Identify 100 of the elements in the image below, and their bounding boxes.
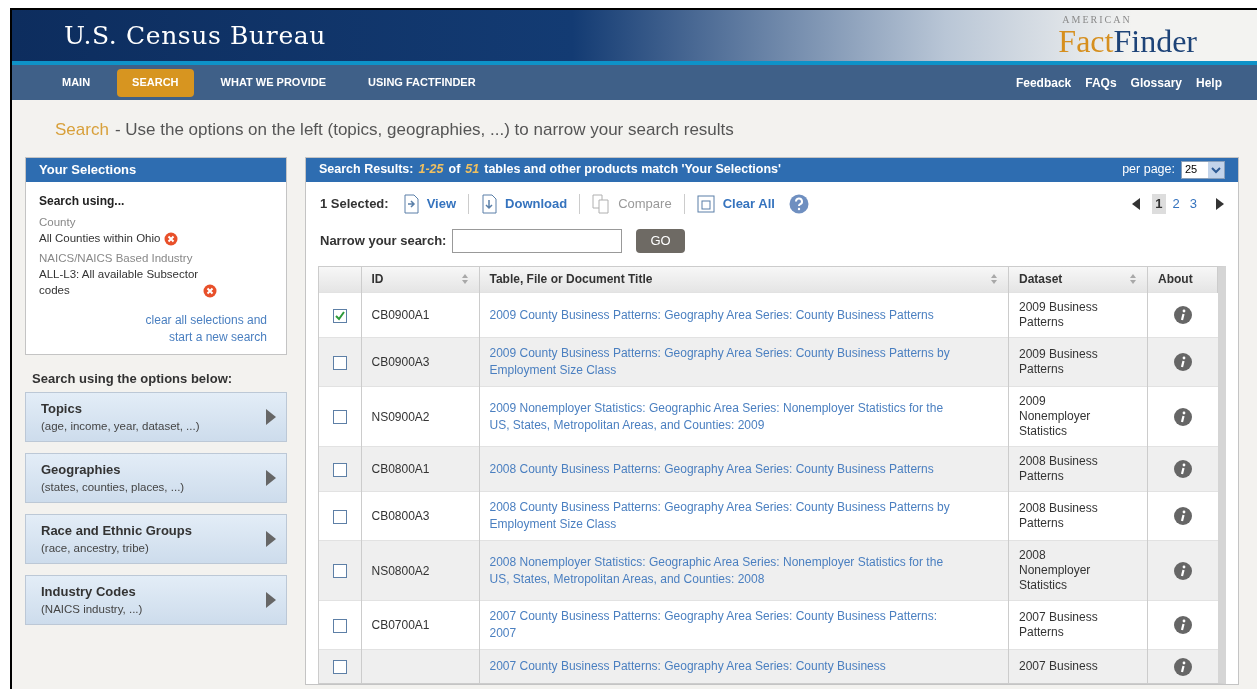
table-title-link[interactable]: 2009 County Business Patterns: Geography Area Series: County Business Patterns [489, 306, 958, 324]
info-icon[interactable] [1173, 507, 1192, 526]
agency-title[interactable]: U.S. Census Bureau [64, 16, 327, 55]
narrow-search-label: Narrow your search: [320, 231, 447, 250]
compare-documents-icon [592, 193, 611, 214]
page-link[interactable]: 3 [1186, 193, 1200, 214]
go-button[interactable]: GO [636, 228, 685, 253]
expand-arrow-icon [266, 470, 276, 486]
selection-category: County [39, 214, 77, 230]
results-header-text: tables and other products match 'Your Selections' [484, 161, 781, 179]
table-cell-text: 2007 Business [1019, 658, 1099, 674]
table-cell-text: 2008 Business Patterns [1019, 501, 1099, 531]
table-title-link[interactable]: 2008 Nonemployer Statistics: Geographic Area Series: Nonemployer Statistics for the US, States, Metropolitan Areas, and Counties: 2008 [489, 553, 958, 588]
clear-box-icon [696, 194, 715, 213]
selected-count: 1 Selected: [320, 194, 389, 213]
results-header-text: Search Results: [319, 161, 414, 179]
table-title-link[interactable]: 2009 County Business Patterns: Geography Area Series: County Business Patterns by Employment Size Class [489, 345, 958, 379]
options-heading: Search using the options below: [31, 369, 234, 388]
table-cell: CB0800A1 [371, 462, 430, 476]
selection-value: ALL-L3: All available Subsector codes [39, 266, 199, 298]
option-panel[interactable]: Geographies (states, counties, places, ...) [25, 453, 287, 503]
table-row[interactable]: CB0700A1 2007 County Business Patterns: Geography Area Series: County Business Patterns: 2007 2007 Business Patterns [319, 600, 1218, 650]
info-icon[interactable] [1173, 561, 1192, 580]
row-checkbox[interactable] [332, 618, 347, 633]
table-cell-text: 2007 Business Patterns [1019, 610, 1099, 640]
table-row[interactable]: CB0900A3 2009 County Business Patterns: Geography Area Series: County Business Patterns by Employment Size Class 2009 Business Patterns [319, 337, 1218, 387]
page-link[interactable]: 2 [1169, 193, 1183, 214]
row-checkbox[interactable] [332, 462, 347, 477]
table-row[interactable]: NS0900A2 2009 Nonemployer Statistics: Geographic Area Series: Nonemployer Statistics for the US, States, Metropolitan Areas, and Counties: 2009 2009 Nonemployer Statistics [319, 386, 1218, 447]
option-hint: (states, counties, places, ...) [41, 480, 185, 496]
utility-link[interactable]: Glossary [1130, 73, 1182, 92]
table-title-link[interactable]: 2007 County Business Patterns: Geography Area Series: County Business Patterns: 2007 [489, 608, 958, 642]
previous-page-icon[interactable] [1132, 197, 1141, 210]
table-row[interactable]: CB0900A1 2009 County Business Patterns: Geography Area Series: County Business Patterns 2009 Business Patterns [319, 292, 1218, 338]
utility-link[interactable]: FAQs [1085, 73, 1117, 92]
option-hint: (age, income, year, dataset, ...) [41, 419, 200, 435]
utility-link[interactable]: Feedback [1015, 73, 1072, 92]
option-panel[interactable]: Topics (age, income, year, dataset, ...) [25, 392, 287, 442]
toolbar-action[interactable]: Clear All [696, 193, 775, 214]
document-download-icon [481, 193, 498, 214]
option-title: Race and Ethnic Groups [41, 521, 192, 540]
table-cell: CB0900A1 [371, 308, 430, 322]
row-checkbox[interactable] [332, 509, 347, 524]
info-icon[interactable] [1173, 353, 1192, 372]
info-icon[interactable] [1173, 306, 1192, 325]
table-cell-text: 2008 Business Patterns [1019, 454, 1099, 484]
utility-link[interactable]: Help [1196, 73, 1222, 92]
option-hint: (race, ancestry, tribe) [41, 541, 150, 557]
expand-arrow-icon [266, 592, 276, 608]
row-checkbox[interactable] [332, 564, 347, 579]
factfinder-logo[interactable]: AMERICAN FactFinder [1058, 14, 1197, 57]
remove-icon[interactable] [203, 283, 217, 298]
table-row[interactable]: NS0800A2 2008 Nonemployer Statistics: Geographic Area Series: Nonemployer Statistics for the US, States, Metropolitan Areas, and Counties: 2008 2008 Nonemployer Statistics [319, 540, 1218, 601]
row-checkbox[interactable] [332, 660, 347, 675]
table-cell: CB0800A3 [371, 509, 430, 523]
option-title: Topics [41, 399, 83, 418]
option-title: Industry Codes [41, 582, 137, 601]
option-panel[interactable]: Industry Codes (NAICS industry, ...) [25, 575, 287, 625]
remove-icon[interactable] [164, 231, 179, 246]
next-page-icon[interactable] [1216, 197, 1224, 210]
nav-tab[interactable]: USING FACTFINDER [353, 68, 491, 97]
option-panel[interactable]: Race and Ethnic Groups (race, ancestry, tribe) [25, 514, 287, 564]
selections-heading: Search using... [39, 192, 126, 210]
table-title-link[interactable]: 2008 County Business Patterns: Geography Area Series: County Business Patterns [489, 460, 958, 478]
table-cell-text: 2009 Nonemployer Statistics [1019, 394, 1092, 439]
nav-tab[interactable]: MAIN [47, 68, 106, 97]
selection-category: NAICS/NAICS Based Industry [39, 250, 194, 266]
table-title-link[interactable]: 2009 Nonemployer Statistics: Geographic Area Series: Nonemployer Statistics for the US, States, Metropolitan Areas, and Counties: 2009 [489, 399, 958, 434]
per-page-select[interactable]: 25 [1181, 160, 1225, 179]
table-title-link[interactable]: 2007 County Business Patterns: Geography Area Series: County Business [489, 657, 958, 675]
sort-icon[interactable] [1129, 273, 1137, 286]
info-icon[interactable] [1173, 616, 1192, 635]
row-checkbox[interactable] [332, 355, 347, 370]
panel-title: Your Selections [26, 157, 286, 182]
info-icon[interactable] [1173, 657, 1192, 676]
table-cell: NS0800A2 [371, 563, 430, 578]
sort-icon[interactable] [990, 273, 998, 286]
table-cell: NS0900A2 [371, 409, 430, 424]
expand-arrow-icon [266, 409, 276, 425]
table-title-link[interactable]: 2008 County Business Patterns: Geography Area Series: County Business Patterns by Employment Size Class [489, 499, 958, 533]
info-icon[interactable] [1173, 460, 1192, 479]
clear-selections-link[interactable]: clear all selections and start a new search [137, 311, 267, 346]
toolbar-action[interactable]: Download [481, 193, 568, 214]
sort-icon[interactable] [460, 273, 469, 286]
selection-value: All Counties within Ohio [39, 230, 161, 246]
narrow-search-field[interactable] [452, 228, 623, 253]
page-link[interactable]: 1 [1152, 193, 1166, 214]
row-checkbox[interactable] [332, 308, 347, 323]
page-heading-text: - Use the options on the left (topics, geographies, ...) to narrow your search results [114, 119, 734, 141]
row-checkbox[interactable] [332, 410, 347, 425]
nav-tab[interactable]: WHAT WE PROVIDE [205, 68, 342, 97]
expand-arrow-icon [266, 531, 276, 547]
table-row[interactable]: CB0800A1 2008 County Business Patterns: Geography Area Series: County Business Patterns 2008 Business Patterns [319, 446, 1218, 492]
table-row[interactable]: 2007 County Business Patterns: Geography Area Series: County Business 2007 Business [319, 649, 1218, 683]
help-icon[interactable] [788, 193, 809, 214]
toolbar-action[interactable]: View [402, 193, 457, 214]
info-icon[interactable] [1173, 407, 1192, 426]
page-heading-title: Search [55, 119, 109, 141]
table-cell-text: 2009 Business Patterns [1019, 347, 1099, 377]
table-row[interactable]: CB0800A3 2008 County Business Patterns: Geography Area Series: County Business Patterns by Employment Size Class 2008 Business Patterns [319, 491, 1218, 541]
